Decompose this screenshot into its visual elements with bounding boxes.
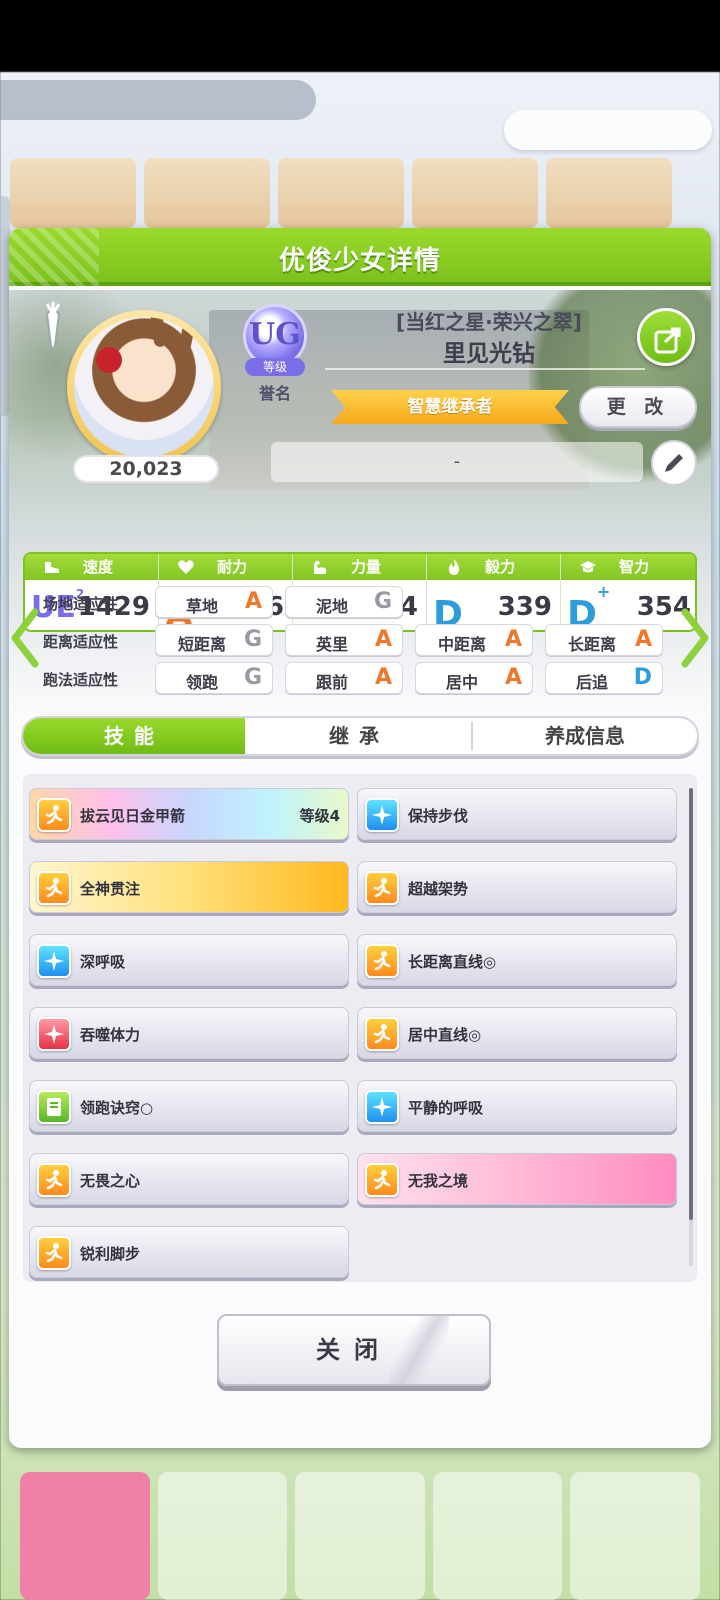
muscle-icon xyxy=(314,560,326,574)
skill-name: 深呼吸 xyxy=(80,953,126,971)
skill-name: 全神贯注 xyxy=(80,880,141,898)
skill-card[interactable]: 超越架势 xyxy=(357,861,677,913)
close-button[interactable]: 关闭 xyxy=(217,1314,491,1386)
background-button xyxy=(504,110,712,150)
title-banner: 智慧继承者 xyxy=(331,390,569,424)
aptitude-cell: 跟前 A xyxy=(285,662,403,694)
skill-card[interactable]: 全神贯注 xyxy=(29,861,349,913)
aptitude-label: 场地适应性 xyxy=(43,595,119,613)
comment-box: - xyxy=(271,442,643,482)
stat-name: 毅力 xyxy=(485,558,516,576)
aptitude-label: 距离适应性 xyxy=(43,633,119,651)
aptitude-cell: 后追 D xyxy=(545,662,663,694)
aptitude-cell: 草地 A xyxy=(155,586,273,618)
background-character-cards xyxy=(10,158,710,228)
rank-badge[interactable]: UG 等级 誉名 xyxy=(237,304,313,404)
skill-name: 领跑诀窍○ xyxy=(80,1099,154,1117)
fan-count: 20,023 xyxy=(73,455,219,483)
sparkle-icon xyxy=(37,1017,71,1051)
track-aptitude-row: 场地适应性 草地 A 泥地 G xyxy=(23,586,697,618)
skill-card[interactable]: 吞噬体力 xyxy=(29,1007,349,1059)
heart-icon xyxy=(178,560,194,574)
character-portrait[interactable] xyxy=(67,310,221,464)
graduation-cap-icon xyxy=(580,561,596,573)
distance-aptitude-row: 距离适应性 短距离 G 英里 A 中距离 A 长距离 A xyxy=(23,624,697,656)
skill-card[interactable]: 居中直线◎ xyxy=(357,1007,677,1059)
share-icon xyxy=(654,327,681,354)
runner-icon xyxy=(365,871,399,905)
rank-name: 誉名 xyxy=(258,384,291,403)
skill-name: 锐利脚步 xyxy=(80,1245,141,1263)
skill-level: 等级4 xyxy=(299,807,340,825)
previous-arrow-icon[interactable] xyxy=(9,608,41,668)
runner-icon xyxy=(37,798,71,832)
runner-icon xyxy=(365,944,399,978)
runner-icon xyxy=(365,1163,399,1197)
background-bottom-menu xyxy=(0,1452,720,1600)
character-detail-dialog: 优俊少女详情 20,023 UG 等级 誉名 [当红之星·荣兴之翠] 里见光钻 xyxy=(9,228,711,1448)
skill-card[interactable]: 无我之境 xyxy=(357,1153,677,1205)
tab-inheritance[interactable]: 继承 xyxy=(247,718,471,754)
skill-name: 保持步伐 xyxy=(408,807,469,825)
skill-name: 平静的呼吸 xyxy=(408,1099,484,1117)
next-arrow-icon[interactable] xyxy=(679,608,711,668)
detail-tabs: 技能 继承 养成信息 xyxy=(21,716,699,756)
skill-card[interactable]: 平静的呼吸 xyxy=(357,1080,677,1132)
stat-name: 速度 xyxy=(83,558,114,576)
book-icon xyxy=(37,1090,71,1124)
skill-name: 吞噬体力 xyxy=(80,1026,141,1044)
shoe-icon xyxy=(45,562,59,573)
aptitude-label: 跑法适应性 xyxy=(43,671,119,689)
style-aptitude-row: 跑法适应性 领跑 G 跟前 A 居中 A 后追 D xyxy=(23,662,697,694)
runner-icon xyxy=(37,871,71,905)
aptitude-cell: 短距离 G xyxy=(155,624,273,656)
runner-icon xyxy=(37,1163,71,1197)
carrot-icon xyxy=(45,302,61,349)
aptitude-cell: 中距离 A xyxy=(415,624,533,656)
dialog-header: 优俊少女详情 xyxy=(9,228,711,286)
skill-card[interactable]: 拔云见日金甲箭 等级4 xyxy=(29,788,349,840)
stat-name: 耐力 xyxy=(217,558,248,576)
dialog-title: 优俊少女详情 xyxy=(278,246,441,276)
skill-name: 居中直线◎ xyxy=(408,1026,482,1044)
rank-label: 等级 xyxy=(245,358,305,376)
skill-card[interactable]: 深呼吸 xyxy=(29,934,349,986)
aptitude-cell: 泥地 G xyxy=(285,586,403,618)
sparkle-icon xyxy=(365,798,399,832)
runner-icon xyxy=(37,1236,71,1270)
skill-card[interactable]: 保持步伐 xyxy=(357,788,677,840)
tab-training-info[interactable]: 养成信息 xyxy=(473,718,697,754)
runner-icon xyxy=(365,1017,399,1051)
aptitude-cell: 领跑 G xyxy=(155,662,273,694)
skill-card[interactable]: 锐利脚步 xyxy=(29,1226,349,1278)
background-search-bar xyxy=(0,80,316,120)
aptitude-cell: 英里 A xyxy=(285,624,403,656)
sparkle-icon xyxy=(37,944,71,978)
flame-icon xyxy=(449,559,459,575)
pencil-icon xyxy=(665,454,683,472)
character-name: 里见光钻 xyxy=(443,341,535,367)
skill-card[interactable]: 领跑诀窍○ xyxy=(29,1080,349,1132)
skill-name: 无畏之心 xyxy=(80,1172,141,1190)
skill-card[interactable]: 无畏之心 xyxy=(29,1153,349,1205)
share-button[interactable] xyxy=(637,308,695,366)
skill-name: 拔云见日金甲箭 xyxy=(80,807,186,825)
sparkle-icon xyxy=(365,1090,399,1124)
outfit-name: [当红之星·荣兴之翠] xyxy=(396,310,582,334)
aptitude-cell: 长距离 A xyxy=(545,624,663,656)
skill-card[interactable]: 长距离直线◎ xyxy=(357,934,677,986)
edit-comment-button[interactable] xyxy=(651,440,697,486)
stat-name: 力量 xyxy=(351,558,382,576)
stat-name: 智力 xyxy=(619,558,650,576)
tab-skills[interactable]: 技能 xyxy=(23,718,245,754)
rose-icon xyxy=(96,347,122,373)
skill-name: 超越架势 xyxy=(408,880,469,898)
skills-scroll-thumb[interactable] xyxy=(689,788,693,1220)
aptitude-cell: 居中 A xyxy=(415,662,533,694)
change-title-button[interactable]: 更 改 xyxy=(579,386,697,428)
status-bar xyxy=(0,0,720,72)
skill-name: 无我之境 xyxy=(408,1172,469,1190)
skill-name: 长距离直线◎ xyxy=(408,953,497,971)
